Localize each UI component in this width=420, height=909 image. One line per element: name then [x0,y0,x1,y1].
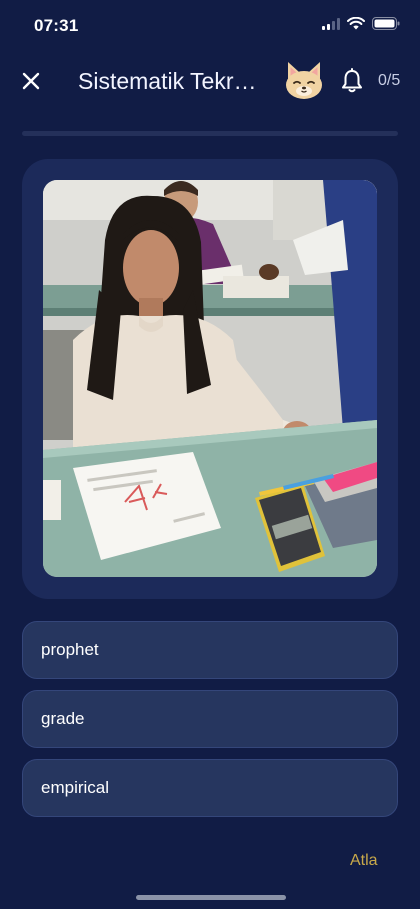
progress-bar [22,131,398,136]
page-title: Sistematik Tekr… [78,68,257,94]
question-counter: 0/5 [378,72,401,89]
bell-icon [342,68,362,93]
skip-button[interactable]: Atla [350,852,378,870]
header: Sistematik Tekr… 0/5 [0,52,420,112]
mascot-fox-icon [286,62,322,99]
question-image [43,180,377,577]
home-indicator [136,895,286,900]
battery-icon [372,17,400,30]
answer-option-label: prophet [41,640,99,659]
status-time: 07:31 [34,16,79,35]
signal-icon [322,17,340,30]
close-icon [22,72,40,90]
question-card [22,159,398,599]
answer-option-2[interactable]: grade [22,690,398,748]
notifications-button[interactable] [340,68,364,94]
answer-option-label: empirical [41,778,110,797]
close-button[interactable] [16,66,46,96]
answer-option-1[interactable]: prophet [22,621,398,679]
answer-option-label: grade [41,709,85,728]
status-icons [322,17,400,30]
answer-option-3[interactable]: empirical [22,759,398,817]
wifi-icon [347,17,365,30]
status-bar: 07:31 [0,0,420,52]
